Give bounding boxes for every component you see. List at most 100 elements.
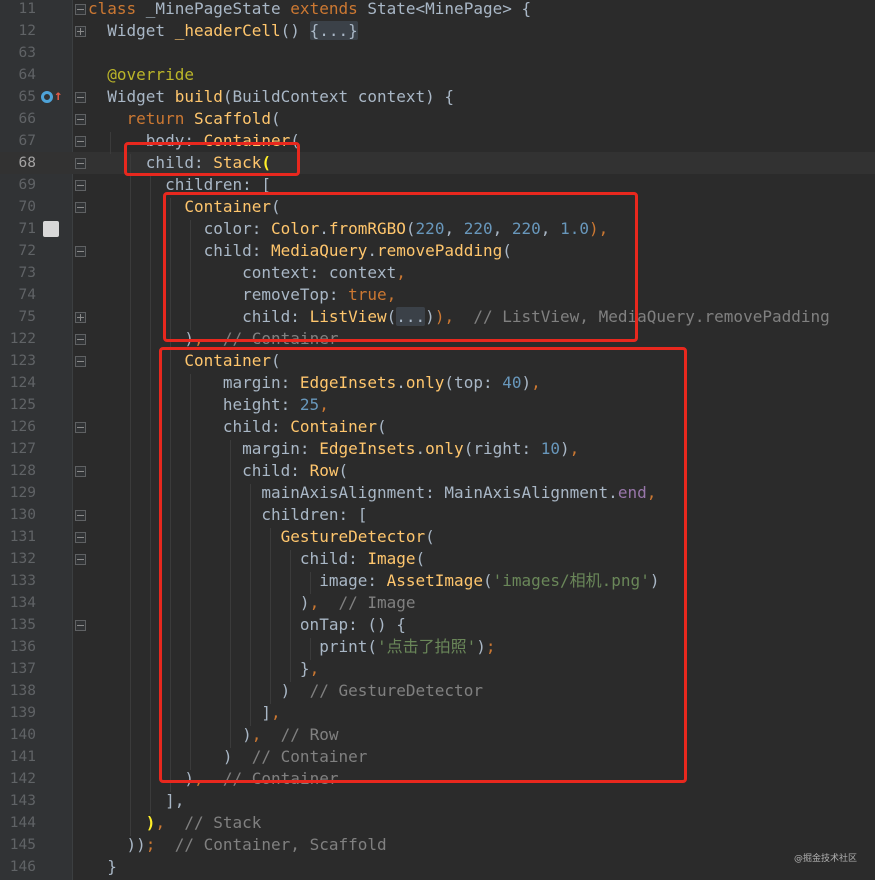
code-token: @override: [88, 65, 194, 84]
line-number: 138: [9, 683, 36, 699]
code-line[interactable]: 63: [0, 42, 875, 64]
override-method-icon[interactable]: [41, 91, 53, 103]
line-number: 74: [18, 287, 36, 303]
fold-collapse-icon[interactable]: [75, 554, 86, 565]
line-number: 125: [9, 397, 36, 413]
highlight-box-header-container: [159, 347, 687, 783]
line-number: 65: [18, 89, 36, 105]
highlight-box-stack: [124, 142, 300, 176]
indent-guide: [110, 132, 111, 154]
code-token: (BuildContext context) {: [222, 87, 455, 106]
code-token: class: [88, 0, 146, 18]
code-token: return: [88, 109, 194, 128]
line-number: 141: [9, 749, 36, 765]
code-token: extends: [290, 0, 368, 18]
fold-collapse-icon[interactable]: [75, 114, 86, 125]
code-token: build: [174, 87, 223, 106]
code-token: Scaffold: [193, 109, 272, 128]
code-text: )); // Container, Scaffold: [88, 834, 387, 856]
line-number: 137: [9, 661, 36, 677]
code-token: }: [88, 857, 117, 876]
fold-expand-icon[interactable]: [75, 312, 86, 323]
line-number: 63: [18, 45, 36, 61]
fold-collapse-icon[interactable]: [75, 532, 86, 543]
line-number: 64: [18, 67, 36, 83]
override-arrow-icon[interactable]: ↑: [54, 89, 62, 103]
code-line[interactable]: 143 ],: [0, 790, 875, 812]
line-number: 70: [18, 199, 36, 215]
fold-collapse-icon[interactable]: [75, 246, 86, 257]
line-number: 128: [9, 463, 36, 479]
line-number: 71: [18, 221, 36, 237]
code-line[interactable]: 146 }: [0, 856, 875, 878]
line-number: 124: [9, 375, 36, 391]
code-line[interactable]: 11 class _MinePageState extends State<Min…: [0, 0, 875, 20]
line-number: 143: [9, 793, 36, 809]
code-token: _headerCell: [174, 21, 281, 40]
code-line[interactable]: 65 Widget build(BuildContext context) {: [0, 86, 875, 108]
line-number: 122: [9, 331, 36, 347]
line-number: 135: [9, 617, 36, 633]
highlight-box-listview-container: [163, 192, 638, 342]
line-number: 66: [18, 111, 36, 127]
fold-collapse-icon[interactable]: [75, 180, 86, 191]
line-number: 72: [18, 243, 36, 259]
line-number: 133: [9, 573, 36, 589]
line-number: 75: [18, 309, 36, 325]
line-number: 130: [9, 507, 36, 523]
code-line[interactable]: 144 ), // Stack: [0, 812, 875, 834]
fold-collapse-icon[interactable]: [75, 466, 86, 477]
code-line[interactable]: 66 return Scaffold(: [0, 108, 875, 130]
fold-collapse-icon[interactable]: [75, 510, 86, 521]
line-number: 126: [9, 419, 36, 435]
code-token: Widget: [88, 21, 175, 40]
line-number: 136: [9, 639, 36, 655]
fold-collapse-icon[interactable]: [75, 356, 86, 367]
line-number: 144: [9, 815, 36, 831]
line-number: 123: [9, 353, 36, 369]
line-number: 146: [9, 859, 36, 875]
code-token[interactable]: {...}: [309, 21, 358, 40]
code-editor[interactable]: 11 class _MinePageState extends State<Min…: [0, 0, 875, 880]
line-number: 129: [9, 485, 36, 501]
fold-collapse-icon[interactable]: [75, 334, 86, 345]
line-number: 132: [9, 551, 36, 567]
code-token: ;: [145, 835, 175, 854]
fold-collapse-icon[interactable]: [75, 422, 86, 433]
code-text: @override: [88, 64, 194, 86]
code-line[interactable]: 12 Widget _headerCell() {...}: [0, 20, 875, 42]
line-number: 145: [9, 837, 36, 853]
line-number: 127: [9, 441, 36, 457]
code-token: (): [280, 21, 310, 40]
line-number: 73: [18, 265, 36, 281]
code-token: ): [88, 813, 156, 832]
line-number: 131: [9, 529, 36, 545]
fold-collapse-icon[interactable]: [75, 202, 86, 213]
fold-expand-icon[interactable]: [75, 26, 86, 37]
fold-collapse-icon[interactable]: [75, 4, 86, 15]
fold-collapse-icon[interactable]: [75, 158, 86, 169]
code-text: Widget _headerCell() {...}: [88, 20, 358, 42]
line-number: 11: [18, 1, 36, 17]
fold-collapse-icon[interactable]: [75, 136, 86, 147]
code-text: }: [88, 856, 117, 878]
code-line[interactable]: 64 @override: [0, 64, 875, 86]
code-token: ],: [88, 791, 185, 810]
code-token: _MinePageState: [145, 0, 291, 18]
code-token: ,: [155, 813, 185, 832]
code-text: class _MinePageState extends State<MineP…: [88, 0, 531, 20]
watermark: @掘金技术社区: [793, 854, 857, 864]
line-number: 139: [9, 705, 36, 721]
code-token: // Container, Scaffold: [174, 835, 387, 854]
fold-collapse-icon[interactable]: [75, 620, 86, 631]
line-number: 140: [9, 727, 36, 743]
code-text: ],: [88, 790, 184, 812]
indent-guide: [150, 176, 151, 814]
code-token: )): [88, 835, 146, 854]
color-swatch-icon[interactable]: [43, 221, 59, 237]
code-text: return Scaffold(: [88, 108, 281, 130]
fold-collapse-icon[interactable]: [75, 92, 86, 103]
line-number: 67: [18, 133, 36, 149]
indent-guide: [130, 154, 131, 836]
code-line[interactable]: 145 )); // Container, Scaffold: [0, 834, 875, 856]
